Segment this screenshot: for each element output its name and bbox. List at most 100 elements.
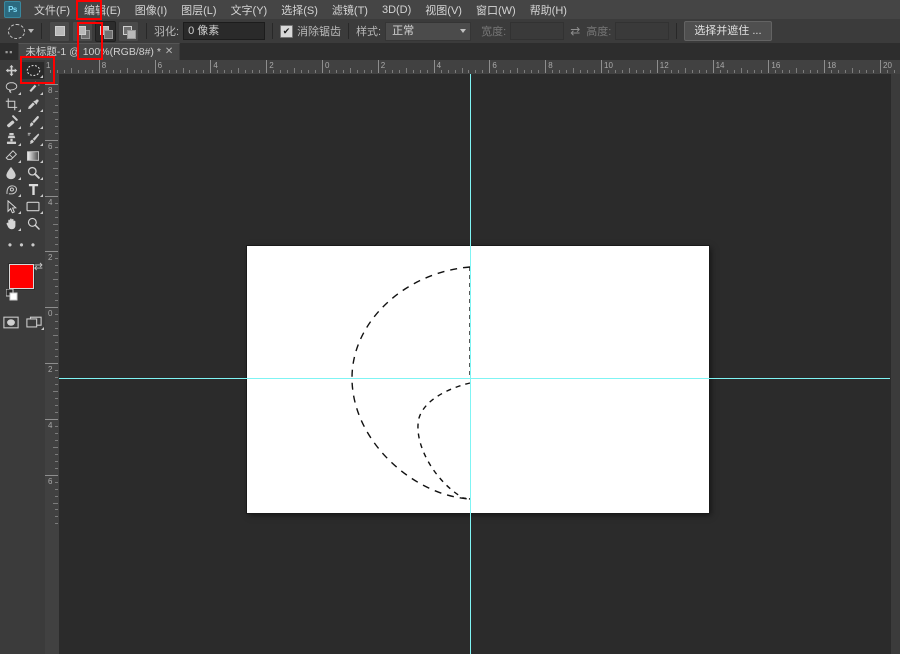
ruler-tick-minor [53, 446, 58, 448]
healing-brush-tool[interactable] [0, 113, 22, 130]
menu-type[interactable]: 文字(Y) [224, 0, 275, 20]
dock-grip-icon[interactable]: ▪▪ [0, 47, 18, 60]
rectangle-tool[interactable] [22, 198, 44, 215]
foreground-color-swatch[interactable] [9, 264, 34, 289]
zoom-tool[interactable] [22, 215, 44, 232]
ruler-tick-minor [55, 160, 58, 162]
intersect-with-selection-button[interactable] [118, 20, 139, 42]
ruler-label: 14 [715, 61, 725, 70]
ruler-tick-minor [55, 146, 58, 148]
feather-input[interactable]: 0 像素 [183, 22, 266, 40]
ruler-label: 1 [46, 61, 51, 70]
quick-selection-tool[interactable] [22, 79, 44, 96]
height-input[interactable] [615, 22, 670, 40]
ruler-tick-minor [55, 272, 58, 274]
edit-toolbar-button[interactable]: • • • [0, 232, 45, 256]
close-icon[interactable]: ✕ [165, 44, 173, 60]
ruler-tick-major [545, 60, 547, 73]
guide-horizontal[interactable] [59, 378, 900, 379]
dodge-tool[interactable] [22, 164, 44, 181]
horizontal-ruler[interactable]: 1864202468101214161820222426283032 [45, 60, 900, 75]
ruler-tick-major [98, 60, 100, 73]
eyedropper-tool[interactable] [22, 96, 44, 113]
menu-image[interactable]: 图像(I) [128, 0, 174, 20]
ruler-tick-minor [419, 70, 421, 73]
ruler-label: 6 [48, 476, 53, 486]
screen-mode-button[interactable] [25, 314, 44, 330]
hand-tool[interactable] [0, 215, 22, 232]
artboard[interactable] [247, 246, 709, 513]
document-tab[interactable]: 未标题-1 @ 100%(RGB/8#) * ✕ [18, 43, 181, 60]
ruler-tick-minor [468, 70, 470, 73]
menu-edit[interactable]: 编辑(E) [77, 0, 128, 20]
ruler-tick-major [45, 307, 58, 309]
ruler-tick-minor [55, 453, 58, 455]
ruler-tick-minor [63, 70, 65, 73]
canvas-area[interactable] [59, 74, 900, 654]
ruler-tick-minor [726, 70, 728, 73]
crop-tool[interactable] [0, 96, 22, 113]
menu-file[interactable]: 文件(F) [27, 0, 77, 20]
ruler-tick-major [768, 60, 770, 73]
ruler-tick-minor [55, 118, 58, 120]
antialias-checkbox[interactable]: ✔ [280, 24, 294, 38]
eraser-tool[interactable] [0, 147, 22, 164]
ruler-tick-minor [55, 258, 58, 260]
ruler-tick-minor [482, 70, 484, 73]
menu-window[interactable]: 窗口(W) [469, 0, 523, 20]
ruler-tick-minor [719, 70, 721, 73]
add-to-selection-button[interactable] [72, 20, 93, 42]
document-tab-bar: ▪▪ 未标题-1 @ 100%(RGB/8#) * ✕ [0, 43, 900, 60]
ruler-label: 2 [380, 61, 386, 70]
ruler-tick-minor [524, 70, 526, 73]
ruler-tick-minor [55, 439, 58, 441]
ruler-tick-minor [607, 70, 609, 73]
ruler-label: 8 [548, 61, 553, 70]
photoshop-logo-icon: Ps [4, 1, 21, 18]
vertical-scrollbar[interactable] [890, 74, 900, 654]
lasso-tool[interactable] [0, 79, 22, 96]
select-and-mask-button[interactable]: 选择并遮住 ... [684, 21, 772, 41]
swap-colors-icon[interactable]: ⇄ [34, 260, 43, 273]
ruler-tick-minor [580, 70, 582, 73]
width-input[interactable] [510, 22, 565, 40]
ruler-tick-minor [803, 70, 805, 73]
blur-tool[interactable] [0, 164, 22, 181]
swap-dimensions-icon[interactable]: ⇄ [570, 24, 580, 38]
guide-vertical[interactable] [470, 74, 471, 654]
ruler-tick-minor [349, 68, 351, 73]
vertical-ruler[interactable]: 8 6 4 2 0 2 4 6 [45, 74, 60, 654]
menu-view[interactable]: 视图(V) [418, 0, 469, 20]
menu-help[interactable]: 帮助(H) [523, 0, 574, 20]
width-label: 宽度: [481, 26, 507, 38]
elliptical-marquee-tool[interactable] [22, 62, 44, 79]
tool-preset-picker[interactable] [8, 23, 34, 39]
ruler-tick-minor [252, 70, 254, 73]
type-tool[interactable] [22, 181, 44, 198]
move-tool[interactable] [0, 62, 22, 79]
style-select[interactable]: 正常 [385, 21, 472, 41]
ruler-tick-minor [775, 70, 777, 73]
menu-filter[interactable]: 滤镜(T) [325, 0, 375, 20]
ruler-tick-minor [55, 397, 58, 399]
gradient-tool[interactable] [22, 147, 44, 164]
clone-stamp-tool[interactable] [0, 130, 22, 147]
menu-select[interactable]: 选择(S) [274, 0, 325, 20]
options-bar: 羽化: 0 像素 ✔ 消除锯齿 样式: 正常 宽度: ⇄ 高度: 选择并遮住 .… [0, 19, 900, 44]
new-selection-button[interactable] [49, 20, 70, 42]
ruler-tick-minor [55, 153, 58, 155]
quick-mask-button[interactable] [2, 314, 20, 330]
ruler-tick-minor [398, 70, 400, 73]
ruler-tick-minor [635, 70, 637, 73]
menu-3d[interactable]: 3D(D) [375, 2, 418, 18]
ruler-tick-minor [496, 70, 498, 73]
subtract-from-selection-button[interactable] [95, 20, 116, 42]
path-selection-tool[interactable] [0, 198, 22, 215]
default-colors-icon[interactable] [5, 288, 18, 306]
brush-tool[interactable] [22, 113, 44, 130]
pen-tool[interactable] [0, 181, 22, 198]
history-brush-tool[interactable] [22, 130, 44, 147]
ruler-tick-minor [754, 70, 756, 73]
ruler-label: 0 [48, 309, 53, 319]
menu-layer[interactable]: 图层(L) [174, 0, 223, 20]
